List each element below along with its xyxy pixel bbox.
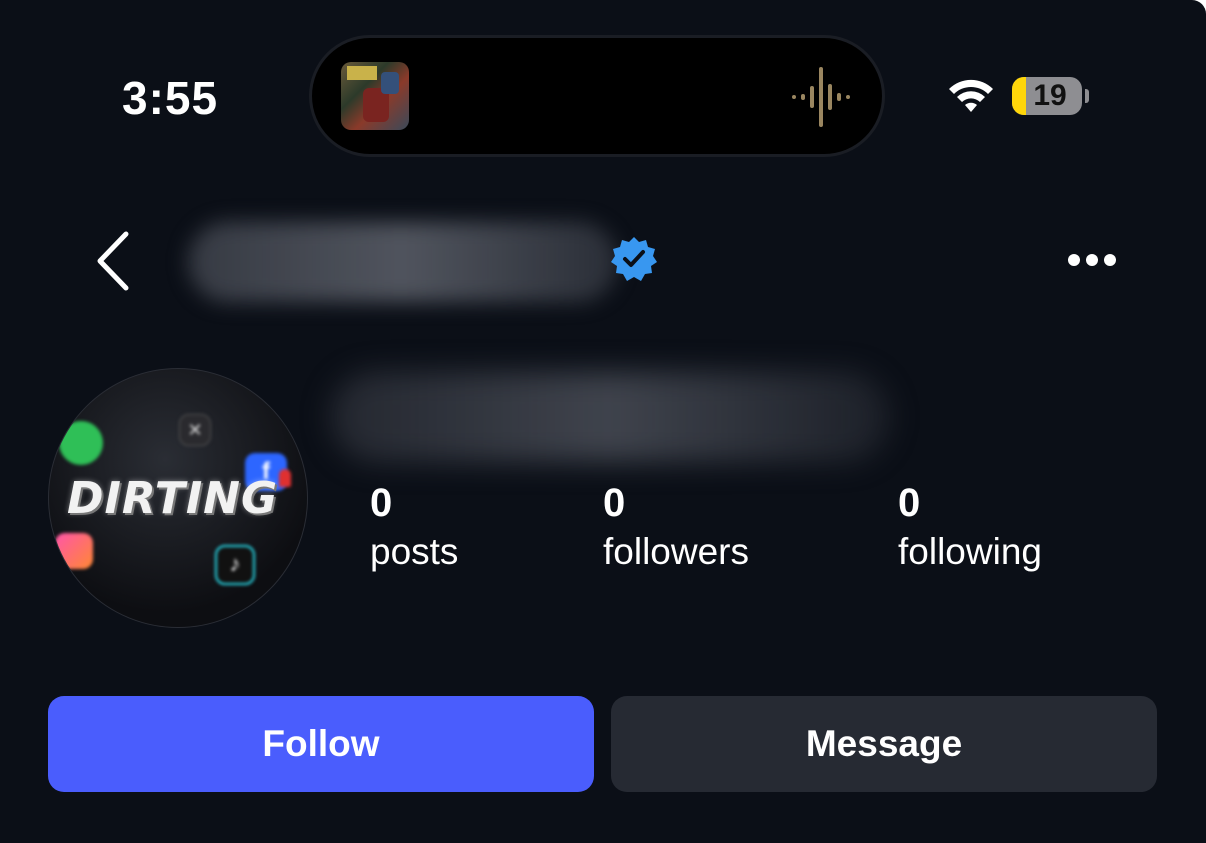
stat-posts[interactable]: 0 posts	[370, 478, 458, 576]
dynamic-island[interactable]	[312, 38, 882, 154]
posts-count: 0	[370, 481, 393, 525]
whatsapp-icon	[59, 421, 103, 465]
posts-label: posts	[370, 531, 459, 572]
battery-cap	[1085, 89, 1089, 103]
battery-icon: 19	[1012, 77, 1082, 115]
avatar-logo: DIRTING	[67, 473, 279, 524]
stat-followers[interactable]: 0 followers	[603, 478, 749, 576]
profile-screen: 3:55 19 ✕ f ♪ DIRTING 0 posts 0 follower…	[0, 0, 1206, 843]
chevron-left-icon[interactable]	[92, 228, 134, 294]
message-button[interactable]: Message	[611, 696, 1157, 792]
audio-waveform-icon	[790, 66, 852, 128]
verified-badge-icon	[611, 237, 657, 281]
stat-following[interactable]: 0 following	[898, 478, 1042, 576]
followers-count: 0	[603, 481, 626, 525]
album-art[interactable]	[341, 62, 409, 130]
avatar[interactable]: ✕ f ♪ DIRTING	[48, 368, 308, 628]
display-name-redacted	[330, 372, 890, 462]
following-label: following	[898, 531, 1042, 572]
more-options-icon[interactable]	[1066, 252, 1118, 270]
wifi-icon	[949, 79, 993, 112]
instagram-icon	[55, 533, 93, 569]
tiktok-icon: ♪	[215, 545, 255, 585]
following-count: 0	[898, 481, 921, 525]
battery-level: 19	[1033, 79, 1067, 112]
x-icon: ✕	[179, 414, 211, 446]
status-time: 3:55	[122, 72, 219, 124]
follow-button[interactable]: Follow	[48, 696, 594, 792]
username-redacted	[188, 222, 618, 302]
followers-label: followers	[603, 531, 749, 572]
